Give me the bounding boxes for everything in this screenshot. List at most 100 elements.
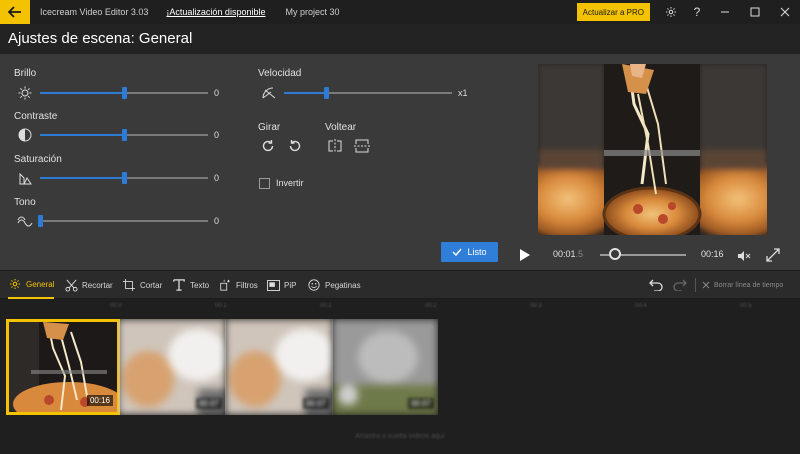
titlebar-controls: Actualizar a PRO ? — [576, 0, 800, 24]
clip-duration: 00:07 — [407, 398, 434, 409]
back-button[interactable] — [0, 0, 30, 24]
clip-duration: 00:16 — [86, 395, 113, 406]
minimize-button[interactable] — [710, 0, 740, 24]
flip-horizontal-button[interactable] — [325, 137, 345, 155]
tool-pip[interactable]: PiP — [266, 271, 296, 299]
done-button-label: Listo — [467, 247, 487, 257]
contrast-slider[interactable] — [40, 129, 208, 141]
done-button[interactable]: Listo — [441, 242, 498, 262]
scissors-icon — [64, 278, 78, 292]
ruler-tick: 00:2 — [425, 303, 437, 309]
mute-button[interactable] — [737, 249, 751, 267]
ruler-tick: 00:5 — [740, 303, 752, 309]
maximize-button[interactable] — [740, 0, 770, 24]
clip-duration: 00:07 — [302, 398, 329, 409]
contrast-icon — [16, 127, 34, 143]
saturation-slider-thumb[interactable] — [122, 172, 127, 184]
invert-checkbox[interactable] — [259, 178, 270, 189]
tool-pip-label: PiP — [284, 280, 297, 290]
brightness-slider[interactable] — [40, 87, 208, 99]
timeline-clip-2[interactable]: 00:07 — [118, 319, 226, 415]
tool-general[interactable]: General — [8, 271, 55, 299]
tool-crop[interactable]: Cortar — [122, 271, 162, 299]
expand-icon — [766, 248, 780, 262]
help-button[interactable]: ? — [684, 0, 710, 24]
redo-button[interactable] — [672, 278, 688, 292]
saturation-slider[interactable] — [40, 172, 208, 184]
rotate-left-button[interactable] — [285, 137, 305, 155]
clear-timeline-button[interactable]: Borrar línea de tiempo — [702, 271, 783, 299]
ruler-tick: 00:1 — [320, 303, 332, 309]
brightness-value: 0 — [214, 88, 220, 98]
tool-general-label: General — [26, 279, 55, 289]
hue-slider[interactable] — [38, 215, 208, 227]
toolbar-divider — [695, 278, 696, 292]
play-button[interactable] — [519, 248, 531, 267]
current-time-value: 00:01 — [553, 249, 576, 259]
tool-filters[interactable]: Filtros — [218, 271, 258, 299]
undo-button[interactable] — [648, 278, 664, 292]
saturation-icon — [16, 170, 34, 186]
hue-slider-thumb[interactable] — [38, 215, 43, 227]
current-time-fraction: .5 — [575, 249, 584, 259]
contrast-label: Contraste — [14, 111, 58, 122]
contrast-slider-thumb[interactable] — [122, 129, 127, 141]
rotate-clockwise-icon — [262, 140, 274, 152]
check-icon — [452, 248, 463, 256]
page-header: Ajustes de escena: General — [0, 24, 800, 54]
close-icon — [780, 7, 790, 17]
contrast-value: 0 — [214, 130, 220, 140]
hue-icon — [16, 213, 34, 229]
close-button[interactable] — [770, 0, 800, 24]
saturation-value: 0 — [214, 173, 220, 183]
speed-icon — [260, 85, 278, 101]
brightness-label: Brillo — [14, 68, 37, 79]
hue-label: Tono — [14, 197, 36, 208]
text-icon — [172, 278, 186, 292]
tool-stickers-label: Pegatinas — [325, 280, 361, 290]
settings-gear-button[interactable] — [658, 0, 684, 24]
close-icon — [702, 281, 710, 289]
video-frame — [538, 64, 767, 235]
tool-trim-label: Recortar — [82, 280, 113, 290]
rotate-right-button[interactable] — [258, 137, 278, 155]
hue-value: 0 — [214, 216, 220, 226]
speed-slider[interactable] — [284, 87, 452, 99]
app-window: Icecream Video Editor 3.03 ¡Actualizació… — [0, 0, 800, 454]
minimize-icon — [721, 11, 729, 13]
update-link[interactable]: ¡Actualización disponible — [166, 7, 265, 17]
tool-trim[interactable]: Recortar — [64, 271, 113, 299]
tool-crop-label: Cortar — [140, 280, 163, 290]
tool-text[interactable]: Texto — [172, 271, 209, 299]
rotate-label: Girar — [258, 122, 281, 133]
timeline-clip-3[interactable]: 00:07 — [225, 319, 333, 415]
tool-stickers[interactable]: Pegatinas — [307, 271, 361, 299]
flip-vertical-icon — [354, 139, 370, 153]
flip-horizontal-icon — [328, 139, 342, 153]
timeline-drop-hint: Arrastra o suelta vídeos aquí — [355, 433, 445, 440]
total-duration: 00:16 — [701, 249, 724, 259]
scene-settings-panel: Brillo 0 Contraste 0 Saturación 0 Tono 0… — [0, 54, 506, 270]
fullscreen-button[interactable] — [766, 248, 780, 267]
flip-vertical-button[interactable] — [352, 137, 372, 155]
timeline-clip-1[interactable]: 00:16 — [6, 319, 120, 415]
clear-timeline-label: Borrar línea de tiempo — [714, 281, 784, 289]
ruler-tick: 00:4 — [635, 303, 647, 309]
maximize-icon — [750, 7, 760, 17]
undo-icon — [649, 279, 663, 291]
rotate-counterclockwise-icon — [289, 140, 301, 152]
timeline-clip-4[interactable]: 00:07 — [332, 319, 438, 415]
editor-toolbar: General Recortar Cortar Texto Filtros Pi… — [0, 270, 800, 299]
clip-duration: 00:07 — [195, 398, 222, 409]
ruler-tick: 00:0 — [110, 303, 122, 309]
seekbar-thumb[interactable] — [609, 248, 622, 260]
brightness-slider-thumb[interactable] — [122, 87, 127, 99]
pizza-video-frame-image — [538, 64, 767, 235]
ruler-tick: 00:1 — [215, 303, 227, 309]
speed-slider-thumb[interactable] — [324, 87, 329, 99]
playback-controls: 00:01.5 00:16 — [506, 240, 800, 270]
timeline-ruler: 00:0 00:1 00:1 00:2 00:3 00:4 00:5 — [0, 299, 800, 313]
upgrade-pro-button[interactable]: Actualizar a PRO — [576, 3, 650, 21]
timeline[interactable]: 00:0 00:1 00:1 00:2 00:3 00:4 00:5 00:16… — [0, 299, 800, 454]
filters-icon — [218, 278, 232, 292]
